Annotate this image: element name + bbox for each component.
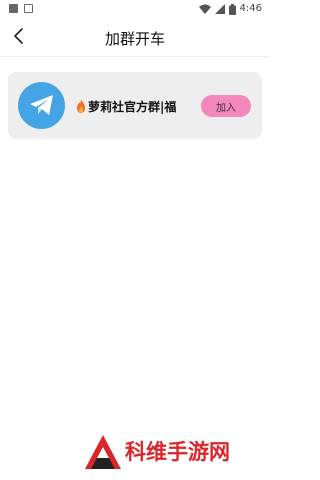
telegram-icon xyxy=(30,95,53,115)
app-bar: 加群开车 xyxy=(0,18,270,56)
join-button[interactable]: 加入 xyxy=(201,95,251,117)
watermark: 科维手游网 xyxy=(85,432,270,472)
watermark-text: 科维手游网 xyxy=(125,440,230,464)
notification-icons xyxy=(9,4,33,13)
system-icons: 4:46 xyxy=(198,2,262,16)
triangle-logo xyxy=(85,435,121,469)
signal-icon xyxy=(214,4,225,14)
page-title: 加群开车 xyxy=(104,30,165,48)
image-icon xyxy=(9,4,18,13)
clock: 4:46 xyxy=(239,3,262,14)
group-name: 萝莉社官方群|福 xyxy=(88,100,177,114)
wifi-icon xyxy=(198,4,211,14)
battery-icon xyxy=(228,3,236,15)
status-bar: 4:46 xyxy=(0,0,270,18)
group-avatar xyxy=(18,82,65,129)
fire-icon xyxy=(77,99,85,113)
group-card[interactable]: 萝莉社官方群|福 加入 xyxy=(8,72,262,139)
app-bar-divider xyxy=(0,56,270,57)
a-icon xyxy=(24,4,33,13)
